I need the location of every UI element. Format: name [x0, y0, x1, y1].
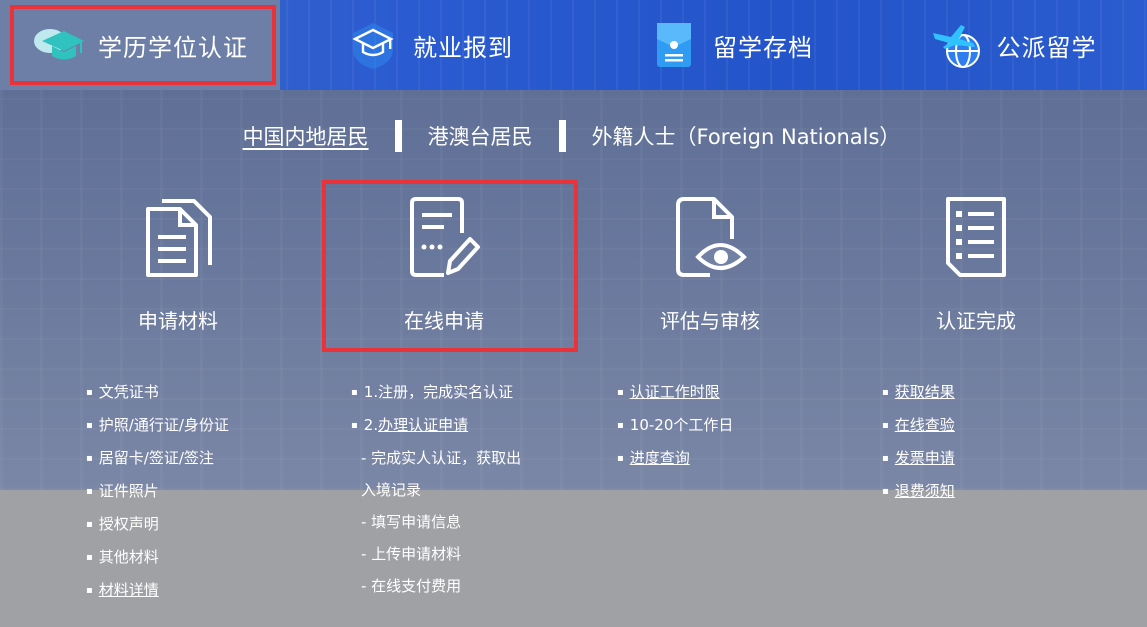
online-verification-link[interactable]: 在线查验	[895, 416, 955, 434]
list-item-link: 进度查询	[617, 442, 733, 475]
folder-archive-icon	[657, 23, 691, 67]
materials-details-link[interactable]: 材料详情	[99, 581, 159, 599]
nav-employment-registration[interactable]: 就业报到	[280, 0, 580, 90]
step-label: 认证完成	[936, 309, 1016, 333]
list-item: 护照/通行证/身份证	[86, 409, 229, 442]
sub-item: - 完成实人认证，获取出	[361, 449, 522, 467]
nav-label: 留学存档	[713, 33, 813, 62]
highlight-box	[10, 5, 276, 85]
list-item-link: 退费须知	[882, 475, 955, 508]
list-item: 文凭证书	[86, 376, 229, 409]
processing-time-link[interactable]: 认证工作时限	[630, 383, 720, 401]
materials-list: 文凭证书 护照/通行证/身份证 居留卡/签证/签注 证件照片 授权声明 其他材料…	[86, 376, 229, 607]
list-item: 2.办理认证申请	[351, 409, 521, 442]
sub-item: - 上传申请材料	[361, 545, 462, 563]
top-nav: 学历学位认证 就业报到 留学存档 公派留学	[0, 0, 1147, 90]
checklist-icon	[946, 197, 1006, 277]
sub-item: - 在线支付费用	[361, 577, 462, 595]
list-item-link: 获取结果	[882, 376, 955, 409]
nav-government-study[interactable]: 公派留学	[880, 0, 1147, 90]
tab-mainland-residents[interactable]: 中国内地居民	[241, 121, 371, 151]
list-item-link: 认证工作时限	[617, 376, 733, 409]
tab-hk-macao-taiwan-residents[interactable]: 港澳台居民	[426, 121, 535, 151]
tab-foreign-nationals[interactable]: 外籍人士（Foreign Nationals）	[590, 121, 903, 151]
nav-study-archive[interactable]: 留学存档	[580, 0, 880, 90]
step-evaluation-review[interactable]: 评估与审核	[600, 195, 820, 345]
completion-list: 获取结果 在线查验 发票申请 退费须知	[882, 376, 955, 508]
step-label: 申请材料	[138, 309, 218, 333]
list-item-link: 材料详情	[86, 574, 229, 607]
list-item: 居留卡/签证/签注	[86, 442, 229, 475]
step-certification-complete[interactable]: 认证完成	[866, 195, 1086, 345]
region-tabs: 中国内地居民 港澳台居民 外籍人士（Foreign Nationals）	[0, 118, 1147, 154]
doc-eye-icon	[676, 197, 747, 277]
list-item: 证件照片	[86, 475, 229, 508]
nav-degree-certification[interactable]: 学历学位认证	[0, 0, 280, 90]
list-item-prefix: 2.	[363, 416, 379, 434]
tab-divider	[558, 120, 566, 152]
step-application-materials[interactable]: 申请材料	[68, 195, 288, 345]
refund-notice-link[interactable]: 退费须知	[895, 482, 955, 500]
apply-certification-link[interactable]: 办理认证申请	[378, 416, 468, 434]
plane-globe-icon	[932, 25, 980, 68]
highlight-box	[322, 180, 578, 352]
nav-label: 就业报到	[413, 33, 513, 62]
application-steps-list: 1.注册，完成实名认证 2.办理认证申请 - 完成实人认证，获取出 入境记录 -…	[351, 376, 521, 602]
list-item-link: 发票申请	[882, 442, 955, 475]
invoice-request-link[interactable]: 发票申请	[895, 449, 955, 467]
list-item-link: 在线查验	[882, 409, 955, 442]
progress-query-link[interactable]: 进度查询	[630, 449, 690, 467]
list-item: 10-20个工作日	[617, 409, 734, 442]
grad-shield-icon	[352, 23, 394, 69]
list-item: 其他材料	[86, 541, 229, 574]
list-item: 1.注册，完成实名认证	[351, 376, 521, 409]
sub-item: 入境记录	[361, 481, 422, 499]
sub-item: - 填写申请信息	[361, 513, 462, 531]
documents-icon	[146, 199, 212, 277]
tab-divider	[394, 120, 402, 152]
step-label: 评估与审核	[660, 309, 760, 333]
evaluation-list: 认证工作时限 10-20个工作日 进度查询	[617, 376, 734, 475]
list-item: 授权声明	[86, 508, 229, 541]
get-result-link[interactable]: 获取结果	[895, 383, 955, 401]
nav-label: 公派留学	[996, 33, 1097, 62]
